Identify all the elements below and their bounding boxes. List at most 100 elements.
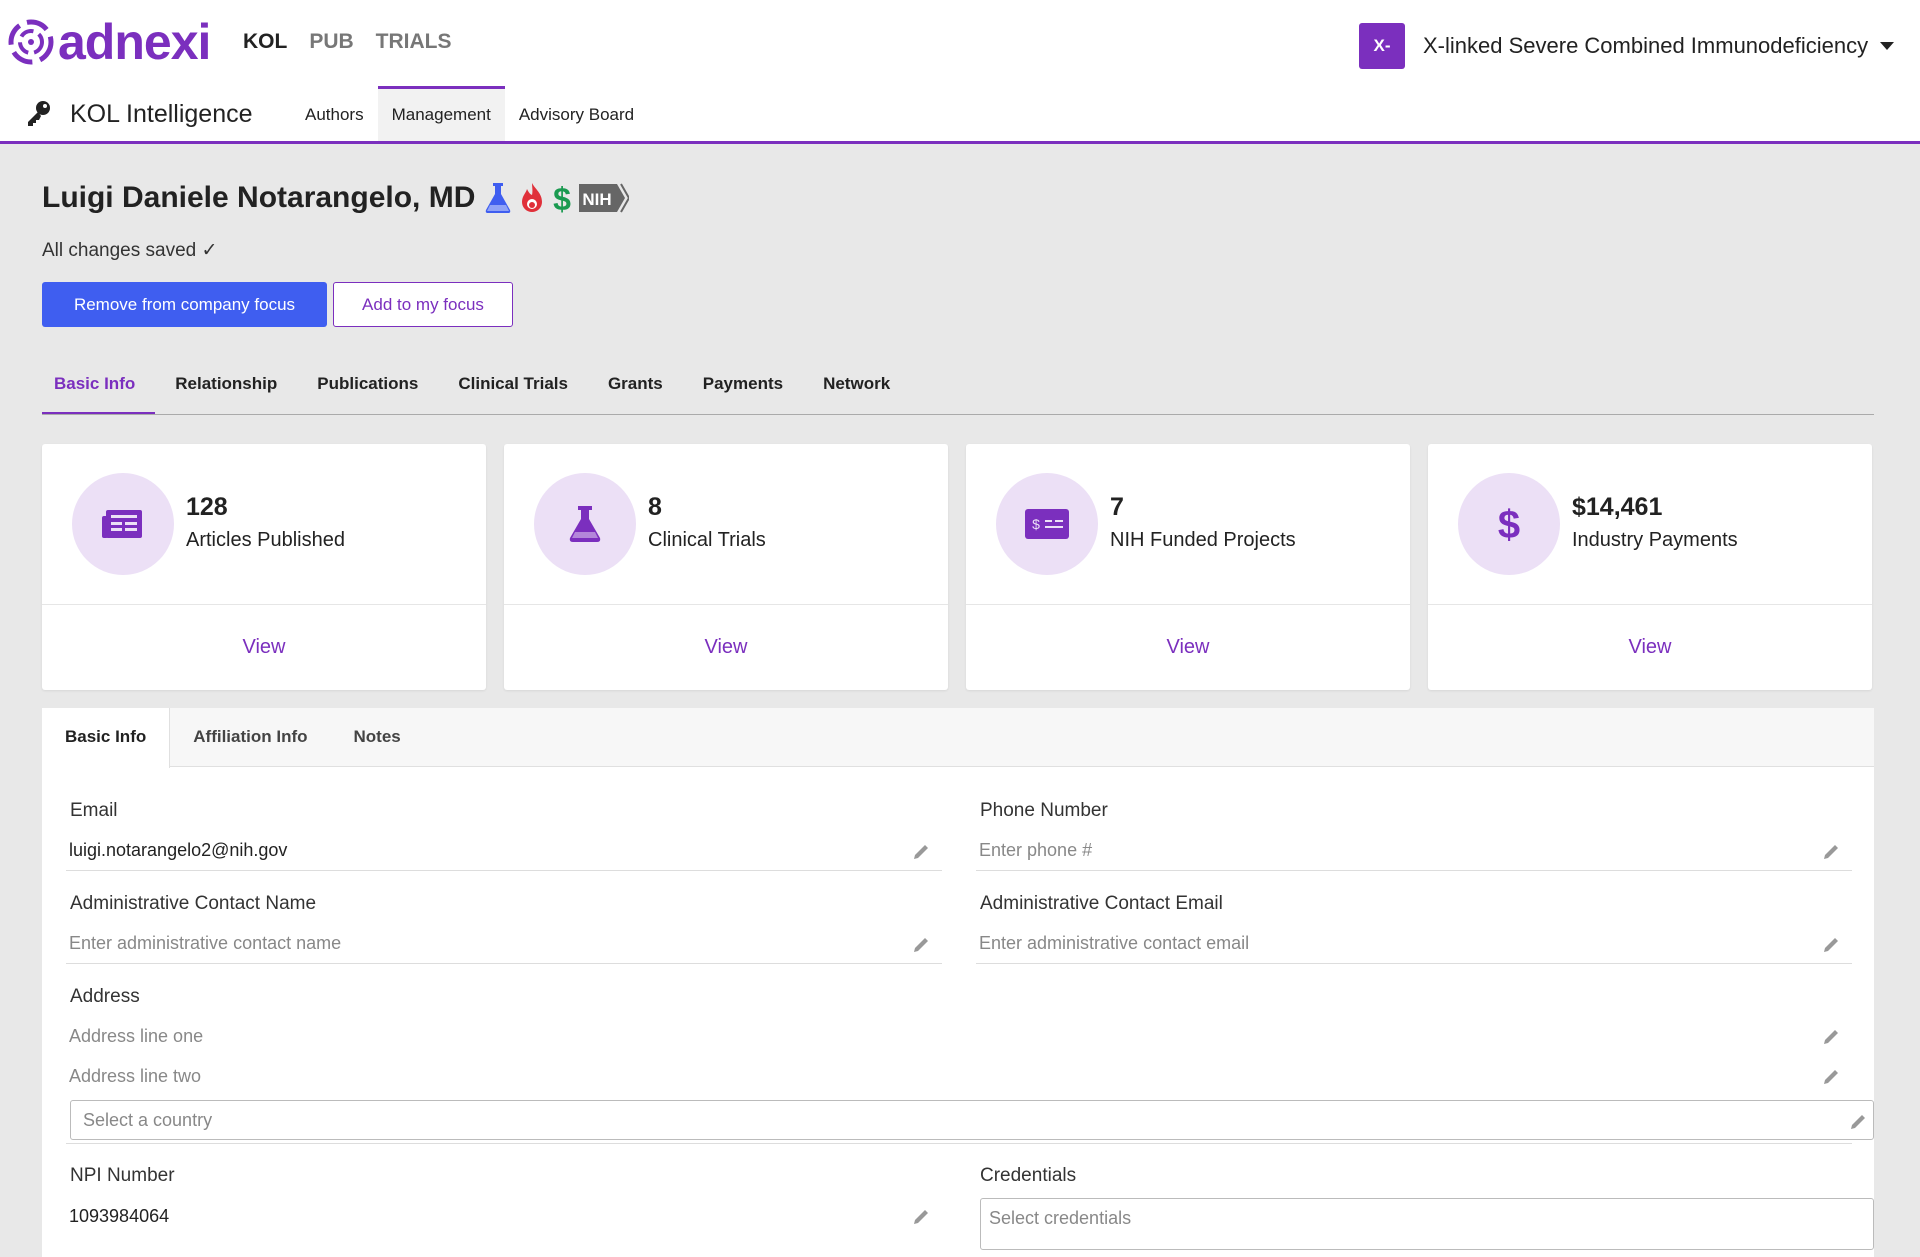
- fire-icon: [522, 183, 543, 212]
- nih-badge-text: NIH: [583, 190, 612, 209]
- tab-affiliation-info[interactable]: Affiliation Info: [170, 708, 330, 766]
- svg-text:$: $: [553, 181, 571, 215]
- email-field-wrapper: luigi.notarangelo2@nih.gov: [66, 831, 942, 871]
- caret-down-icon: [1880, 42, 1895, 50]
- country-select[interactable]: Select a country: [70, 1100, 1874, 1140]
- credentials-select[interactable]: Select credentials: [980, 1198, 1874, 1250]
- stat-value: 128: [186, 493, 228, 521]
- pencil-icon[interactable]: [912, 934, 932, 954]
- tab-basic-info-form[interactable]: Basic Info: [42, 708, 171, 768]
- profile-name: Luigi Daniele Notarangelo, MD: [42, 181, 476, 214]
- pencil-icon[interactable]: [1822, 934, 1842, 954]
- tab-notes[interactable]: Notes: [331, 708, 424, 766]
- key-icon: [28, 101, 50, 126]
- dollar-icon: $: [1458, 473, 1560, 575]
- stat-card-clinical-trials: 8 Clinical Trials View: [504, 444, 948, 690]
- tab-advisory-board[interactable]: Advisory Board: [505, 86, 648, 141]
- svg-text:$: $: [1032, 516, 1040, 532]
- disease-selector[interactable]: X- X-linked Severe Combined Immunodefici…: [1359, 23, 1895, 69]
- stat-label: Articles Published: [186, 529, 345, 551]
- npi-field-wrapper: 1093984064: [66, 1196, 942, 1236]
- disease-badge: X-: [1359, 23, 1405, 69]
- sub-header: KOL Intelligence Authors Management Advi…: [0, 86, 1920, 144]
- nav-pub[interactable]: PUB: [309, 30, 353, 54]
- stat-value: 8: [648, 493, 662, 521]
- svg-text:$: $: [1498, 503, 1520, 546]
- email-label: Email: [70, 800, 118, 821]
- pencil-icon[interactable]: [1822, 841, 1842, 861]
- stat-label: Industry Payments: [1572, 529, 1738, 551]
- phone-field-wrapper: [976, 831, 1852, 871]
- adnexi-logo-icon: [8, 19, 54, 65]
- nih-badge-icon: NIH: [579, 183, 630, 213]
- remove-from-company-focus-button[interactable]: Remove from company focus: [42, 282, 327, 327]
- sub-tabs: Authors Management Advisory Board: [291, 86, 648, 141]
- stat-card-industry-payments: $ $14,461 Industry Payments View: [1428, 444, 1872, 690]
- tab-payments[interactable]: Payments: [703, 360, 803, 414]
- npi-field[interactable]: 1093984064: [69, 1206, 942, 1227]
- email-field[interactable]: luigi.notarangelo2@nih.gov: [69, 840, 942, 861]
- add-to-my-focus-button[interactable]: Add to my focus: [333, 282, 513, 327]
- view-articles-link[interactable]: View: [42, 605, 486, 689]
- flask-icon: [534, 473, 636, 575]
- phone-label: Phone Number: [980, 800, 1108, 821]
- flask-icon: [486, 183, 511, 213]
- pencil-icon[interactable]: [1822, 1066, 1842, 1086]
- address-line1-wrapper: [66, 1016, 1852, 1056]
- basic-info-panel: Basic Info Affiliation Info Notes Email …: [42, 708, 1874, 1257]
- dollar-icon: $: [553, 181, 571, 215]
- address-label: Address: [70, 986, 140, 1007]
- nav-trials[interactable]: TRIALS: [376, 30, 452, 54]
- admin-contact-email-input[interactable]: [979, 933, 1852, 954]
- admin-contact-name-wrapper: [66, 924, 942, 964]
- tab-clinical-trials[interactable]: Clinical Trials: [458, 360, 588, 414]
- tab-grants[interactable]: Grants: [608, 360, 683, 414]
- tab-basic-info[interactable]: Basic Info: [42, 360, 156, 414]
- npi-label: NPI Number: [70, 1165, 175, 1186]
- tab-network[interactable]: Network: [823, 360, 910, 414]
- profile-badges: $ NIH: [483, 181, 630, 215]
- stat-label: NIH Funded Projects: [1110, 529, 1296, 551]
- save-status: All changes saved ✓: [42, 240, 218, 261]
- money-check-icon: $: [996, 473, 1098, 575]
- address-line2-wrapper: [66, 1056, 1852, 1096]
- view-nih-projects-link[interactable]: View: [966, 605, 1410, 689]
- country-select-placeholder: Select a country: [83, 1109, 213, 1130]
- stat-value: $14,461: [1572, 493, 1663, 521]
- top-nav: KOL PUB TRIALS: [243, 30, 452, 54]
- stat-label: Clinical Trials: [648, 529, 766, 551]
- address-line1-input[interactable]: [69, 1025, 1852, 1047]
- nav-kol[interactable]: KOL: [243, 30, 287, 54]
- profile-header: Luigi Daniele Notarangelo, MD $ NIH: [42, 181, 630, 215]
- stat-card-nih-projects: $ 7 NIH Funded Projects View: [966, 444, 1410, 690]
- admin-contact-name-input[interactable]: [69, 933, 942, 954]
- pencil-icon[interactable]: [1849, 1111, 1869, 1131]
- credentials-label: Credentials: [980, 1165, 1077, 1186]
- address-divider: [66, 1143, 1852, 1144]
- tab-management[interactable]: Management: [377, 86, 505, 141]
- phone-input[interactable]: [979, 840, 1852, 861]
- address-line2-input[interactable]: [69, 1065, 1852, 1087]
- top-header: adnexi KOL PUB TRIALS X- X-linked Severe…: [0, 0, 1920, 86]
- view-industry-payments-link[interactable]: View: [1428, 605, 1872, 689]
- pencil-icon[interactable]: [912, 1206, 932, 1226]
- section-tabs: Basic Info Relationship Publications Cli…: [42, 360, 1874, 415]
- view-clinical-trials-link[interactable]: View: [504, 605, 948, 689]
- logo-text: adnexi: [58, 14, 211, 70]
- pencil-icon[interactable]: [912, 841, 932, 861]
- stat-card-articles: 128 Articles Published View: [42, 444, 486, 690]
- stat-value: 7: [1110, 493, 1124, 521]
- pencil-icon[interactable]: [1822, 1026, 1842, 1046]
- panel-tabs: Basic Info Affiliation Info Notes: [42, 708, 1874, 768]
- disease-name: X-linked Severe Combined Immunodeficienc…: [1423, 33, 1869, 58]
- admin-contact-name-label: Administrative Contact Name: [70, 893, 317, 914]
- newspaper-icon: [72, 473, 174, 575]
- admin-contact-email-wrapper: [976, 924, 1852, 964]
- tab-authors[interactable]: Authors: [291, 86, 378, 141]
- tab-publications[interactable]: Publications: [317, 360, 438, 414]
- section-title: KOL Intelligence: [70, 100, 253, 128]
- logo[interactable]: adnexi: [8, 12, 211, 72]
- admin-contact-email-label: Administrative Contact Email: [980, 893, 1223, 914]
- credentials-placeholder: Select credentials: [989, 1208, 1132, 1228]
- tab-relationship[interactable]: Relationship: [175, 360, 297, 414]
